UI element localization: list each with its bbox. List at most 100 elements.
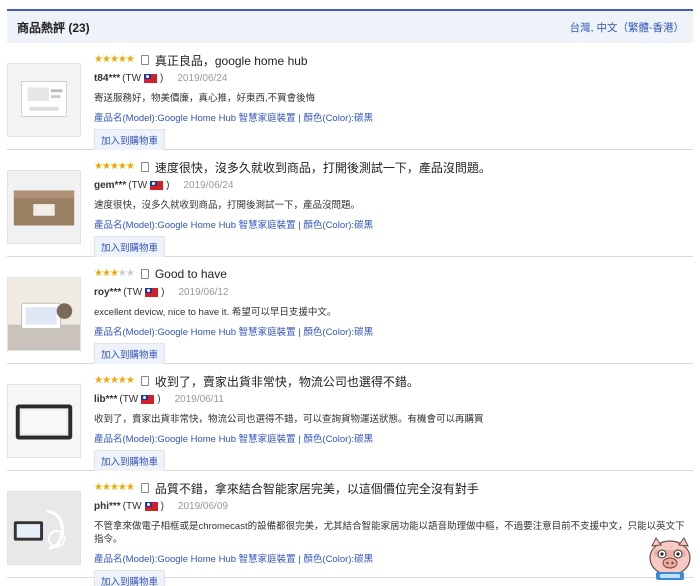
star-icon: ★ xyxy=(125,54,135,65)
review-title-row: ★ ★ ★ ★ ★ 收到了，賣家出貨非常快，物流公司也選得不錯。 xyxy=(94,372,693,390)
bookmark-icon[interactable] xyxy=(140,55,149,65)
taiwan-flag-icon xyxy=(141,394,155,404)
star-icon: ★ xyxy=(117,482,127,493)
add-to-cart-button[interactable]: 加入到購物車 xyxy=(94,236,166,258)
review-product-link[interactable]: 產品名(Model):Google Home Hub 智慧家庭裝置 | 顏色(C… xyxy=(94,551,693,565)
star-icon: ★ xyxy=(101,268,111,279)
review-title-row: ★ ★ ★ ★ ★ 真正良品，google home hub xyxy=(94,51,693,69)
star-icon: ★ xyxy=(125,375,135,386)
review-meta: lib*** (TW ) 2019/06/11 xyxy=(94,393,224,405)
review-product-link[interactable]: 產品名(Model):Google Home Hub 智慧家庭裝置 | 顏色(C… xyxy=(94,110,693,124)
taiwan-flag-icon xyxy=(144,73,158,83)
review-date: 2019/06/09 xyxy=(177,500,228,512)
review-list: ★ ★ ★ ★ ★ 真正良品，google home hub t84*** (TW ) … xyxy=(7,43,693,586)
review-date: 2019/06/11 xyxy=(174,393,224,405)
review-title-row: ★ ★ ★ ★ ★ 品質不錯，拿來結合智能家居完美，以這個價位完全沒有對手 xyxy=(94,479,693,497)
review-country: TW xyxy=(125,72,142,84)
review-text: 收到了，賣家出貨非常快，物流公司也選得不錯，可以查詢貨物運送狀態。有機會可以再購… xyxy=(94,414,484,425)
add-to-cart-button[interactable]: 加入到購物車 xyxy=(94,129,166,151)
review-title: Good to have xyxy=(154,267,227,281)
bookmark-icon[interactable] xyxy=(140,269,149,279)
rating-stars: ★ ★ ★ ★ ★ xyxy=(94,161,135,172)
review-country: TW xyxy=(126,286,143,298)
star-icon: ★ xyxy=(125,268,135,279)
star-icon: ★ xyxy=(94,482,103,493)
review-body: ★ ★ ★ ★ ★ Good to have roy*** (TW ) 2019/06/… xyxy=(94,265,693,365)
review-body: ★ ★ ★ ★ ★ 品質不錯，拿來結合智能家居完美，以這個價位完全沒有對手 phi***… xyxy=(94,479,693,586)
review-product-link[interactable]: 產品名(Model):Google Home Hub 智慧家庭裝置 | 顏色(C… xyxy=(94,431,693,445)
review-title-row: ★ ★ ★ ★ ★ 速度很快，沒多久就收到商品，打開後測試一下，產品沒問題。 xyxy=(94,158,693,176)
add-to-cart-button[interactable]: 加入到購物車 xyxy=(94,343,166,365)
review-date: 2019/06/12 xyxy=(178,286,229,298)
taiwan-flag-icon xyxy=(145,287,159,297)
reviews-panel: 商品熱評 (23) 台灣, 中文（繁體-香港） ★ ★ ★ ★ ★ 真正良品，googl… xyxy=(7,9,693,586)
star-icon: ★ xyxy=(101,54,111,65)
review-photo[interactable] xyxy=(7,63,81,137)
bookmark-icon[interactable] xyxy=(140,162,149,172)
review-meta: phi*** (TW ) 2019/06/09 xyxy=(94,500,228,512)
star-icon: ★ xyxy=(125,161,135,172)
star-icon: ★ xyxy=(117,268,127,279)
star-icon: ★ xyxy=(109,268,119,279)
star-icon: ★ xyxy=(94,54,103,65)
taiwan-flag-icon xyxy=(144,501,158,511)
review-meta: gem*** (TW ) 2019/06/24 xyxy=(94,179,234,191)
star-icon: ★ xyxy=(109,482,119,493)
star-icon: ★ xyxy=(117,375,127,386)
review-item: ★ ★ ★ ★ ★ 速度很快，沒多久就收到商品，打開後測試一下，產品沒問題。 gem**… xyxy=(7,150,693,258)
locale-link[interactable]: 台灣, 中文（繁體-香港） xyxy=(570,20,684,35)
review-photo[interactable] xyxy=(7,170,81,244)
star-icon: ★ xyxy=(101,482,111,493)
star-icon: ★ xyxy=(101,375,111,386)
bookmark-icon[interactable] xyxy=(140,483,149,493)
review-title-row: ★ ★ ★ ★ ★ Good to have xyxy=(94,265,693,283)
review-meta: roy*** (TW ) 2019/06/12 xyxy=(94,286,229,298)
star-icon: ★ xyxy=(117,161,127,172)
review-body: ★ ★ ★ ★ ★ 收到了，賣家出貨非常快，物流公司也選得不錯。 lib*** (TW … xyxy=(94,372,693,472)
review-text: excellent devicw, nice to have it. 希望可以早… xyxy=(94,307,337,318)
review-country: TW xyxy=(122,393,139,405)
review-author: lib*** xyxy=(94,393,118,405)
rating-stars: ★ ★ ★ ★ ★ xyxy=(94,482,135,493)
review-photo[interactable] xyxy=(7,491,81,565)
add-to-cart-button[interactable]: 加入到購物車 xyxy=(94,450,166,472)
reviews-header: 商品熱評 (23) 台灣, 中文（繁體-香港） xyxy=(7,9,693,43)
review-item: ★ ★ ★ ★ ★ 收到了，賣家出貨非常快，物流公司也選得不錯。 lib*** (TW … xyxy=(7,364,693,472)
review-photo[interactable] xyxy=(7,384,81,458)
review-meta: t84*** (TW ) 2019/06/24 xyxy=(94,72,228,84)
review-title: 真正良品，google home hub xyxy=(154,53,308,68)
review-country: TW xyxy=(131,179,148,191)
review-author: gem*** xyxy=(94,179,127,191)
bookmark-icon[interactable] xyxy=(140,376,149,386)
review-date: 2019/06/24 xyxy=(177,72,228,84)
star-icon: ★ xyxy=(101,161,111,172)
review-author: phi*** xyxy=(94,500,121,512)
star-icon: ★ xyxy=(117,54,127,65)
pig-mascot-icon xyxy=(649,537,691,580)
review-product-link[interactable]: 產品名(Model):Google Home Hub 智慧家庭裝置 | 顏色(C… xyxy=(94,324,693,338)
review-product-link[interactable]: 產品名(Model):Google Home Hub 智慧家庭裝置 | 顏色(C… xyxy=(94,217,693,231)
review-body: ★ ★ ★ ★ ★ 速度很快，沒多久就收到商品，打開後測試一下，產品沒問題。 gem**… xyxy=(94,158,693,258)
star-icon: ★ xyxy=(94,268,103,279)
star-icon: ★ xyxy=(109,161,119,172)
review-date: 2019/06/24 xyxy=(183,179,234,191)
review-text: 速度很快，沒多久就收到商品，打開後測試一下，產品沒問題。 xyxy=(94,200,361,211)
review-title: 收到了，賣家出貨非常快，物流公司也選得不錯。 xyxy=(154,374,419,389)
review-item: ★ ★ ★ ★ ★ 品質不錯，拿來結合智能家居完美，以這個價位完全沒有對手 phi***… xyxy=(7,471,693,586)
review-item: ★ ★ ★ ★ ★ 真正良品，google home hub t84*** (TW ) … xyxy=(7,43,693,151)
review-country: TW xyxy=(126,500,142,512)
review-author: t84*** xyxy=(94,72,121,84)
review-item: ★ ★ ★ ★ ★ Good to have roy*** (TW ) 2019/06/… xyxy=(7,257,693,365)
add-to-cart-button[interactable]: 加入到購物車 xyxy=(94,570,166,586)
rating-stars: ★ ★ ★ ★ ★ xyxy=(94,268,135,279)
star-icon: ★ xyxy=(94,375,103,386)
star-icon: ★ xyxy=(94,161,103,172)
review-title: 速度很快，沒多久就收到商品，打開後測試一下，產品沒問題。 xyxy=(154,160,491,175)
rating-stars: ★ ★ ★ ★ ★ xyxy=(94,375,135,386)
review-author: roy*** xyxy=(94,286,122,298)
reviews-title: 商品熱評 (23) xyxy=(17,20,90,35)
review-photo[interactable] xyxy=(7,277,81,351)
review-title: 品質不錯，拿來結合智能家居完美，以這個價位完全沒有對手 xyxy=(154,481,479,496)
review-text: 寄送服務好，物美價廉，真心推，好東西,不買會後悔 xyxy=(94,93,316,104)
star-icon: ★ xyxy=(109,54,119,65)
